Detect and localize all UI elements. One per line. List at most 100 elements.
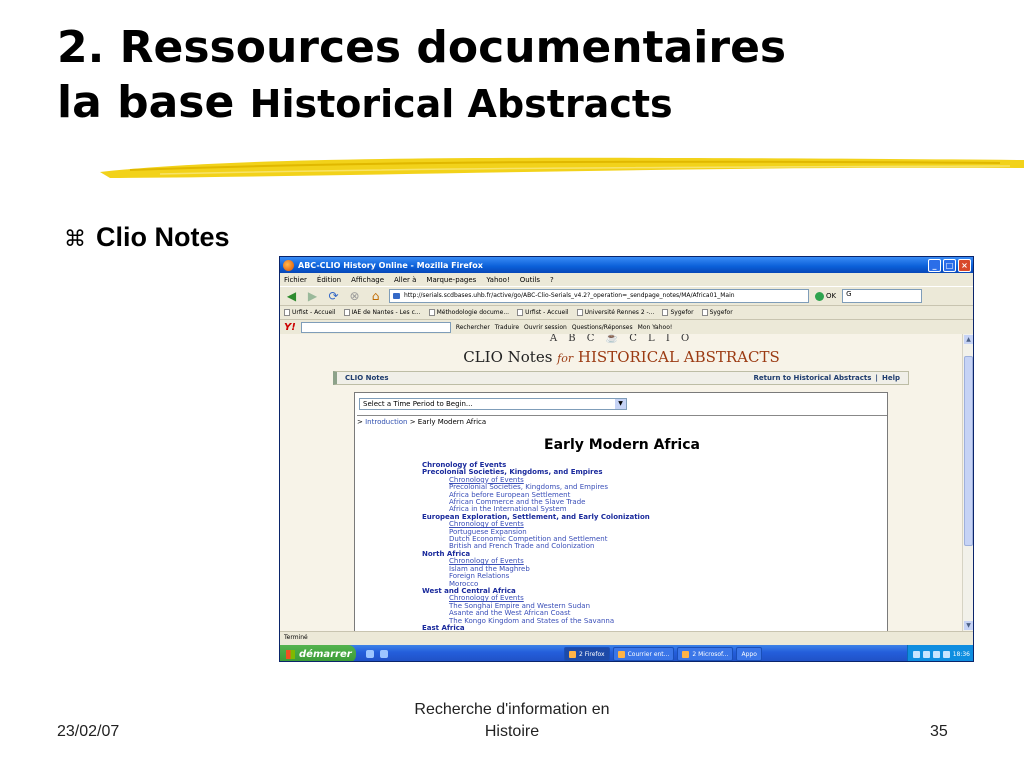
bookmark-item[interactable]: Urfist - Accueil bbox=[284, 309, 336, 316]
header-for: for bbox=[557, 352, 574, 365]
bookmark-label: Urfist - Accueil bbox=[525, 309, 569, 316]
toc-subsection-link[interactable]: British and French Trade and Colonizatio… bbox=[422, 543, 862, 551]
reload-icon[interactable]: ⟳ bbox=[326, 289, 341, 303]
table-of-contents: Chronology of Events Precolonial Societie… bbox=[422, 461, 862, 631]
taskbar-item-appo[interactable]: Appo bbox=[736, 647, 762, 661]
header-main: CLIO Notes bbox=[463, 348, 553, 366]
yahoo-login-button[interactable]: Ouvrir session bbox=[524, 324, 567, 331]
help-link[interactable]: Help bbox=[882, 374, 900, 382]
bookmark-label: Sygefor bbox=[670, 309, 694, 316]
clio-notes-label: CLIO Notes bbox=[345, 374, 389, 382]
breadcrumb-introduction[interactable]: Introduction bbox=[365, 418, 407, 426]
page-icon bbox=[343, 309, 350, 316]
my-yahoo-button[interactable]: Mon Yahoo! bbox=[638, 324, 673, 331]
menu-outils[interactable]: Outils bbox=[520, 276, 540, 284]
search-input[interactable]: G bbox=[842, 289, 923, 303]
system-tray: 18:36 bbox=[906, 645, 973, 661]
home-icon[interactable]: ⌂ bbox=[368, 289, 383, 303]
quick-launch-icon[interactable] bbox=[380, 650, 388, 658]
menu-aller[interactable]: Aller à bbox=[394, 276, 416, 284]
bookmark-item[interactable]: Sygefor bbox=[701, 309, 733, 316]
page-icon bbox=[576, 309, 583, 316]
quick-launch bbox=[356, 645, 406, 661]
firefox-icon bbox=[283, 259, 294, 271]
clio-nav-bar: CLIO Notes Return to Historical Abstract… bbox=[333, 371, 909, 385]
taskbar-item-mail[interactable]: Courrier ent... bbox=[612, 647, 675, 661]
yahoo-answers-button[interactable]: Questions/Réponses bbox=[572, 324, 633, 331]
tray-icon[interactable] bbox=[932, 650, 940, 658]
yahoo-search-button[interactable]: Rechercher bbox=[456, 324, 490, 331]
stop-icon[interactable]: ⊗ bbox=[347, 289, 362, 303]
go-button[interactable]: OK bbox=[815, 291, 837, 301]
windows-flag-icon bbox=[286, 649, 295, 659]
tray-icon[interactable] bbox=[922, 650, 930, 658]
url-input[interactable]: http://serials.scdbases.uhb.fr/active/go… bbox=[389, 289, 809, 303]
menu-fichier[interactable]: Fichier bbox=[284, 276, 307, 284]
toc-subsection-link[interactable]: The Kongo Kingdom and States of the Sava… bbox=[422, 617, 862, 625]
chevron-down-icon[interactable]: ▼ bbox=[615, 399, 626, 409]
menu-help[interactable]: ? bbox=[550, 276, 554, 284]
tray-icon[interactable] bbox=[912, 650, 920, 658]
bookmark-label: Urfist - Accueil bbox=[292, 309, 336, 316]
bookmark-label: IAE de Nantes - Les c... bbox=[351, 309, 421, 316]
menu-edition[interactable]: Édition bbox=[317, 276, 341, 284]
title-line-2: la base Historical Abstracts bbox=[57, 74, 957, 133]
office-icon bbox=[682, 650, 690, 658]
taskbar-label: 2 Microsof... bbox=[692, 650, 729, 658]
yahoo-logo[interactable]: Y! bbox=[284, 322, 296, 333]
taskbar-item-office[interactable]: 2 Microsof... bbox=[677, 647, 734, 661]
tray-icon[interactable] bbox=[942, 650, 950, 658]
menu-yahoo[interactable]: Yahoo! bbox=[486, 276, 509, 284]
return-link[interactable]: Return to Historical Abstracts bbox=[754, 374, 872, 382]
back-arrow-icon[interactable]: ◀ bbox=[284, 289, 299, 303]
start-button[interactable]: démarrer bbox=[280, 645, 356, 661]
time-period-select[interactable]: Select a Time Period to Begin... ▼ bbox=[359, 398, 627, 410]
scrollbar-thumb[interactable] bbox=[964, 356, 973, 546]
clock: 18:36 bbox=[952, 650, 970, 658]
bookmark-item[interactable]: IAE de Nantes - Les c... bbox=[343, 309, 421, 316]
footer-center: Recherche d'information en Histoire bbox=[382, 699, 642, 743]
bookmark-item[interactable]: Urfist - Accueil bbox=[517, 309, 569, 316]
page-icon bbox=[428, 309, 435, 316]
close-button[interactable]: × bbox=[958, 258, 971, 272]
firefox-icon bbox=[569, 650, 576, 658]
forward-arrow-icon[interactable]: ▶ bbox=[305, 289, 320, 303]
yahoo-search-input[interactable] bbox=[300, 321, 451, 333]
yahoo-toolbar: Y! Rechercher Traduire Ouvrir session Qu… bbox=[280, 319, 973, 334]
bookmark-item[interactable]: Méthodologie docume... bbox=[428, 309, 509, 316]
title-line-1: 2. Ressources documentaires bbox=[57, 22, 787, 73]
footer-center-line-1: Recherche d'information en bbox=[414, 701, 610, 718]
breadcrumb-current: > Early Modern Africa bbox=[407, 418, 487, 426]
page-icon bbox=[517, 309, 524, 316]
vertical-scrollbar[interactable]: ▲ ▼ bbox=[962, 334, 973, 631]
scroll-up-icon[interactable]: ▲ bbox=[964, 335, 973, 344]
start-label: démarrer bbox=[299, 648, 352, 660]
menu-bar: Fichier Édition Affichage Aller à Marque… bbox=[280, 273, 973, 286]
select-value: Select a Time Period to Begin... bbox=[363, 400, 473, 408]
notes-panel: Select a Time Period to Begin... ▼ > Int… bbox=[354, 392, 888, 631]
go-label: OK bbox=[826, 292, 837, 300]
header-historical-abstracts: HISTORICAL ABSTRACTS bbox=[577, 348, 780, 366]
title-line-2-part-1: la base bbox=[57, 77, 235, 128]
bullet-text: Clio Notes bbox=[96, 222, 230, 252]
page-content: A B C ☕ C L I O CLIO Notes for HISTORICA… bbox=[280, 334, 963, 631]
breadcrumb: > Introduction > Early Modern Africa bbox=[357, 415, 887, 426]
page-icon bbox=[662, 309, 669, 316]
go-icon bbox=[815, 291, 824, 301]
bookmark-item[interactable]: Sygefor bbox=[662, 309, 694, 316]
taskbar-item-firefox[interactable]: 2 Firefox bbox=[564, 647, 610, 661]
title-line-2-part-2: Historical Abstracts bbox=[249, 82, 673, 126]
minimize-button[interactable]: _ bbox=[928, 258, 941, 272]
scroll-down-icon[interactable]: ▼ bbox=[964, 621, 973, 630]
clio-notes-header: CLIO Notes for HISTORICAL ABSTRACTS bbox=[280, 348, 963, 366]
navigation-toolbar: ◀ ▶ ⟳ ⊗ ⌂ http://serials.scdbases.uhb.fr… bbox=[280, 286, 973, 305]
quick-launch-icon[interactable] bbox=[366, 650, 374, 658]
maximize-button[interactable]: □ bbox=[943, 258, 956, 272]
menu-marque-pages[interactable]: Marque-pages bbox=[426, 276, 476, 284]
menu-affichage[interactable]: Affichage bbox=[351, 276, 384, 284]
toc-subsection-link[interactable]: Foreign Relations bbox=[422, 572, 862, 580]
page-icon bbox=[284, 309, 290, 316]
bookmark-item[interactable]: Université Rennes 2 -... bbox=[576, 309, 654, 316]
yahoo-translate-button[interactable]: Traduire bbox=[495, 324, 519, 331]
mail-icon bbox=[617, 650, 625, 658]
